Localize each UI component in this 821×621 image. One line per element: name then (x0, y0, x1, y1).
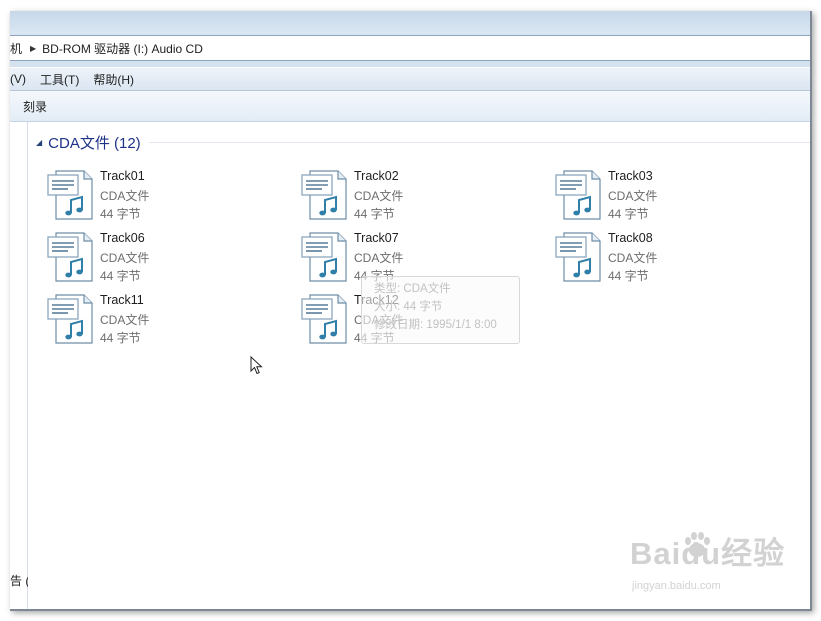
file-type: CDA文件 (100, 189, 150, 203)
file-size: 44 字节 (608, 269, 649, 283)
file-item-track06[interactable]: Track06 CDA文件 44 字节 (46, 231, 286, 287)
audio-file-icon (555, 170, 601, 220)
file-type: CDA文件 (608, 189, 658, 203)
file-name: Track02 (354, 169, 399, 183)
menu-tools[interactable]: 工具(T) (33, 71, 86, 88)
file-type: CDA文件 (354, 189, 404, 203)
audio-file-icon (47, 170, 93, 220)
file-size: 44 字节 (100, 331, 141, 345)
mouse-pointer-icon (250, 356, 263, 375)
file-type: CDA文件 (100, 313, 150, 327)
burn-button[interactable]: 刻录 (23, 98, 47, 115)
menu-bar: (V) 工具(T) 帮助(H) (10, 68, 810, 91)
file-size: 44 字节 (354, 207, 395, 221)
explorer-window: 机 ▶ BD-ROM 驱动器 (I:) Audio CD (V) 工具(T) 帮… (10, 11, 812, 611)
command-bar: 刻录 (10, 91, 810, 122)
watermark-url: jingyan.baidu.com (632, 580, 721, 592)
menu-help[interactable]: 帮助(H) (86, 71, 141, 88)
tooltip-type: 类型: CDA文件 (374, 283, 451, 295)
file-name: Track01 (100, 169, 145, 183)
file-name: Track07 (354, 231, 399, 245)
breadcrumb-previous[interactable]: 机 (10, 40, 22, 57)
file-size: 44 字节 (608, 207, 649, 221)
file-item-track01[interactable]: Track01 CDA文件 44 字节 (46, 169, 286, 225)
file-size: 44 字节 (100, 269, 141, 283)
group-divider (148, 141, 810, 143)
file-name: Track06 (100, 231, 145, 245)
audio-file-icon (301, 232, 347, 282)
navigation-pane[interactable]: 告 (I: (10, 122, 36, 609)
menu-view[interactable]: (V) (10, 72, 33, 86)
audio-file-icon (301, 294, 347, 344)
file-name: Track03 (608, 169, 653, 183)
file-item-track08[interactable]: Track08 CDA文件 44 字节 (554, 231, 794, 287)
group-title: CDA文件 (12) (48, 134, 141, 152)
address-bar[interactable]: 机 ▶ BD-ROM 驱动器 (I:) Audio CD (10, 35, 810, 61)
breadcrumb-current[interactable]: BD-ROM 驱动器 (I:) Audio CD (42, 40, 203, 57)
file-item-track11[interactable]: Track11 CDA文件 44 字节 (46, 293, 286, 349)
file-name: Track08 (608, 231, 653, 245)
audio-file-icon (47, 232, 93, 282)
file-type: CDA文件 (608, 251, 658, 265)
file-name: Track11 (100, 293, 144, 307)
tooltip-size: 大小: 44 字节 (374, 301, 443, 313)
collapse-arrow-icon[interactable]: ◢ (36, 138, 42, 147)
group-header[interactable]: ◢ CDA文件 (12) (36, 132, 810, 152)
file-type: CDA文件 (100, 251, 150, 265)
file-tooltip: 类型: CDA文件 大小: 44 字节 修改日期: 1995/1/1 8:00 (361, 276, 520, 344)
paw-logo-icon (685, 532, 710, 557)
baidu-watermark: Baidu经验 jingyan.baidu.com (630, 528, 784, 598)
file-item-track02[interactable]: Track02 CDA文件 44 字节 (300, 169, 540, 225)
file-type: CDA文件 (354, 251, 404, 265)
breadcrumb-separator-icon[interactable]: ▶ (30, 44, 36, 53)
file-size: 44 字节 (100, 207, 141, 221)
audio-file-icon (555, 232, 601, 282)
audio-file-icon (47, 294, 93, 344)
tooltip-date: 修改日期: 1995/1/1 8:00 (374, 319, 497, 331)
file-item-track03[interactable]: Track03 CDA文件 44 字节 (554, 169, 794, 225)
audio-file-icon (301, 170, 347, 220)
